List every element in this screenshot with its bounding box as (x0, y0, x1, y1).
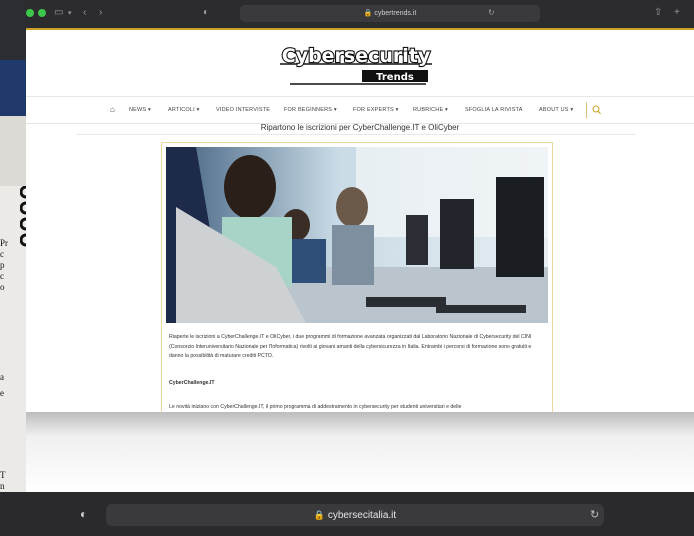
window-zoom-button[interactable] (38, 9, 46, 17)
back-line: c (0, 271, 4, 281)
back-icon[interactable]: ‹ (83, 7, 86, 18)
back-line: a (0, 372, 4, 382)
home-icon[interactable]: ⌂ (110, 97, 115, 123)
window-zoom-button[interactable] (26, 9, 34, 17)
article-hero-image (166, 147, 548, 323)
nav-sfoglia-la-rivista[interactable]: SFOGLIA LA RIVISTA (465, 97, 523, 123)
back-line: o (0, 282, 5, 292)
article-paragraph: Riaperte le iscrizioni a CyberChallenge.… (169, 334, 532, 359)
browser-toolbar: ▭ ▾ ‹ › ◐ 🔒 cybertrends.it ↻ ⇧ + (26, 0, 694, 28)
back-window-banner (0, 60, 26, 116)
logo-text-sub: Trends (376, 72, 414, 83)
title-divider (76, 134, 636, 135)
nav-articoli[interactable]: ARTICOLI ▾ (168, 97, 200, 123)
nav-news[interactable]: NEWS ▾ (129, 97, 151, 123)
back-window-text-2: T n (0, 470, 6, 492)
back-window-text: Pr c p c o (0, 238, 8, 293)
logo-text-main: Cybersecurity (282, 45, 431, 67)
back-window-header (0, 0, 26, 60)
article-title: Ripartono le iscrizioni per CyberChallen… (260, 123, 460, 132)
accent-line (26, 28, 694, 30)
lock-icon: 🔒 (363, 10, 373, 17)
shield-icon[interactable]: ◐ (80, 507, 87, 521)
nav-video-interviste[interactable]: VIDEO INTERVISTE (216, 97, 270, 123)
address-text: cybertrends.it (374, 10, 417, 17)
new-tab-icon[interactable]: + (674, 7, 680, 18)
site-logo[interactable]: Cybersecurity Trends (276, 44, 436, 88)
lock-icon: 🔒 (313, 510, 326, 520)
background-window: Pr c p c o a e T n (0, 0, 32, 536)
back-line: e (0, 388, 4, 398)
reload-icon[interactable]: ↻ (488, 8, 495, 17)
back-line: n (0, 481, 5, 491)
chevron-down-icon[interactable]: ▾ (68, 9, 72, 17)
nav-about-us[interactable]: ABOUT US ▾ (539, 97, 573, 123)
article-subheading: CyberChallenge.IT (169, 380, 215, 386)
forward-icon[interactable]: › (99, 7, 102, 18)
search-icon[interactable] (592, 105, 601, 115)
back-line: Pr (0, 238, 9, 248)
main-nav: ⌂ NEWS ▾ ARTICOLI ▾ VIDEO INTERVISTE FOR… (26, 96, 694, 124)
back-line: T (0, 470, 6, 480)
bottom-address-bar[interactable]: 🔒 cybersecitalia.it (106, 504, 604, 526)
nav-for-experts[interactable]: FOR EXPERTS ▾ (353, 97, 399, 123)
article-paragraph: Le novità iniziano con CyberChallenge.IT… (169, 404, 462, 410)
address-bar[interactable]: 🔒 cybertrends.it (240, 5, 540, 22)
article-card: Riaperte le iscrizioni a CyberChallenge.… (161, 142, 553, 412)
back-window-band (0, 116, 26, 186)
sidebar-icon[interactable]: ▭ (54, 7, 63, 18)
nav-rubriche[interactable]: RUBRICHE ▾ (413, 97, 448, 123)
nav-for-beginners[interactable]: FOR BEGINNERS ▾ (284, 97, 337, 123)
nav-divider (586, 102, 587, 118)
page-overscroll (26, 412, 694, 492)
back-line: p (0, 260, 5, 270)
web-page: Cybersecurity Trends ⌂ NEWS ▾ ARTICOLI ▾… (26, 28, 694, 412)
bottom-address-text: cybersecitalia.it (327, 510, 397, 521)
back-line: c (0, 249, 4, 259)
share-icon[interactable]: ⇧ (654, 7, 662, 18)
shield-icon[interactable]: ◐ (203, 7, 209, 18)
reload-icon[interactable]: ↻ (590, 508, 599, 521)
